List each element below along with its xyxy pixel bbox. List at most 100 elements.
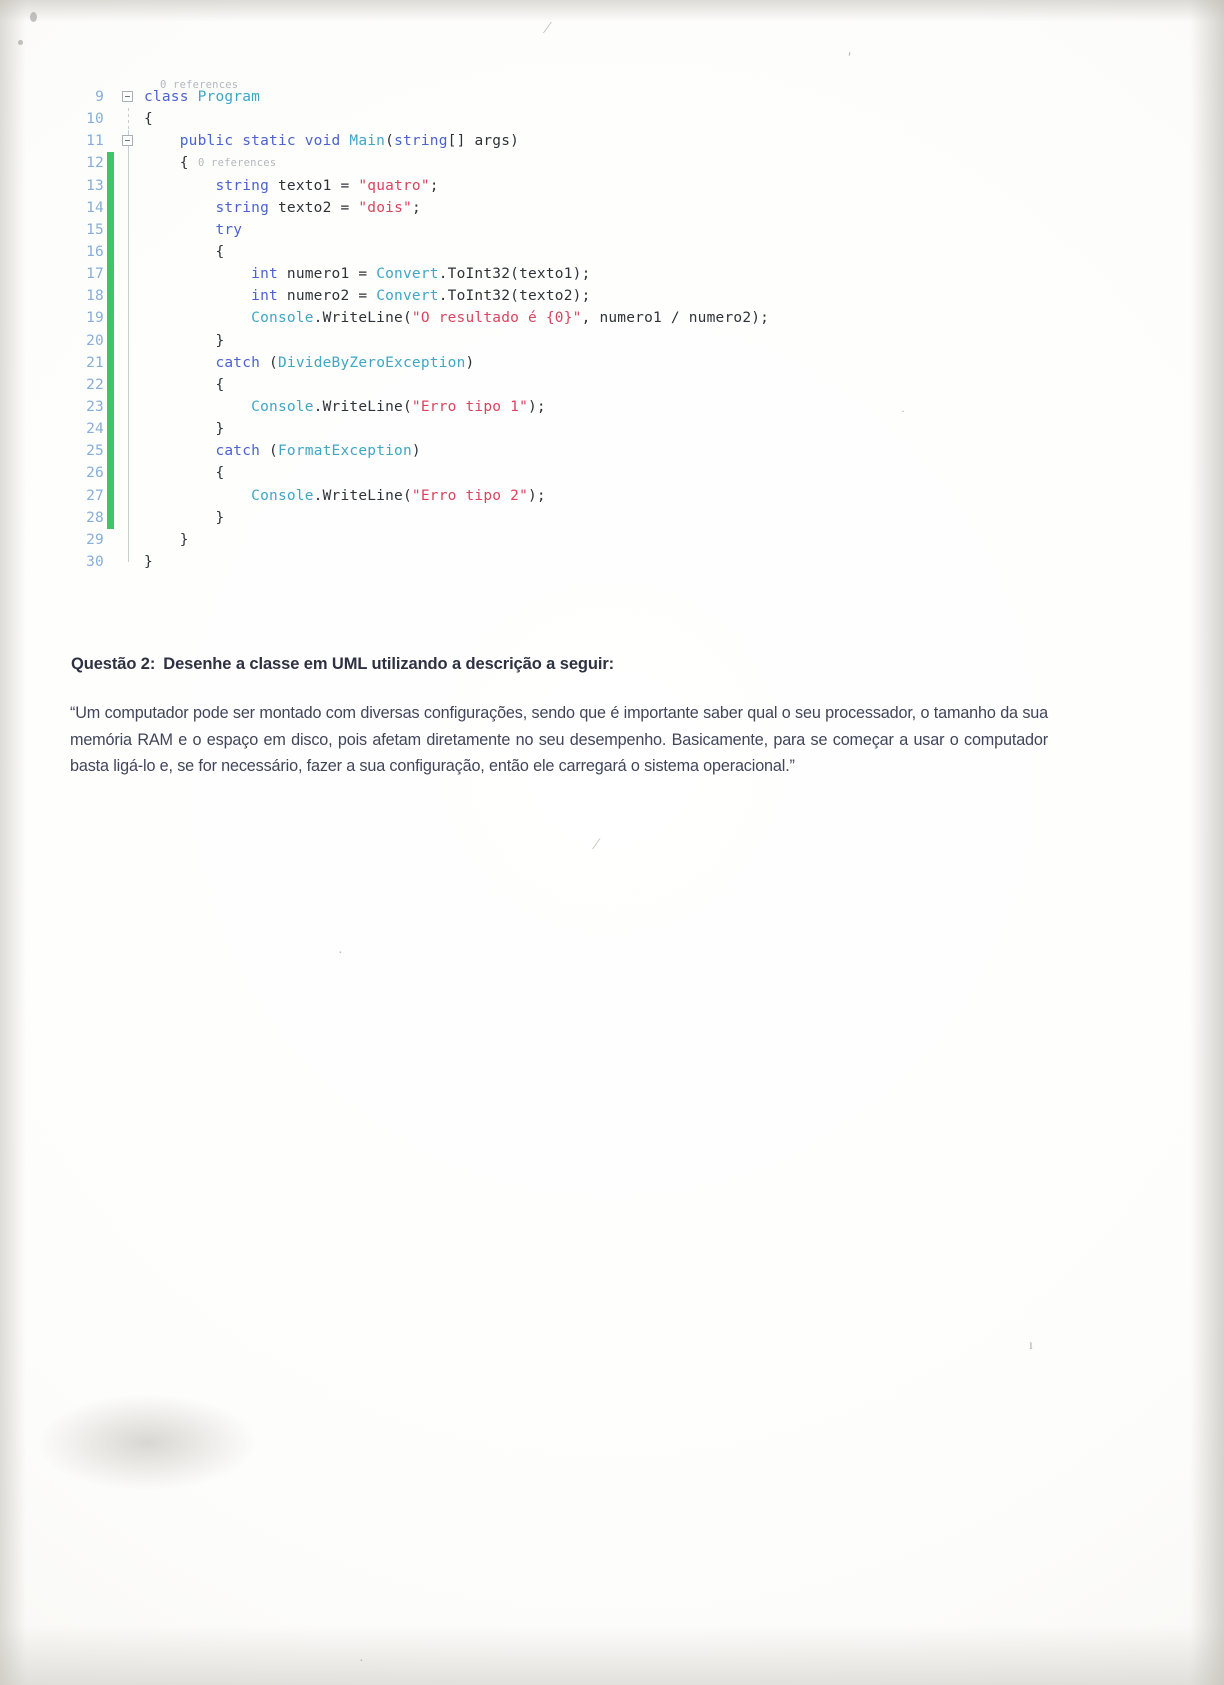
question-body-paragraph: “Um computador pode ser montado com dive…: [70, 704, 1048, 775]
code-line-text: Console.WriteLine("Erro tipo 2");: [144, 487, 546, 504]
glyph-margin: [114, 307, 144, 330]
indent-guide-line: [128, 285, 129, 308]
change-indicator-bar: [107, 506, 114, 529]
glyph-margin: [114, 373, 144, 396]
collapse-minus-icon[interactable]: [122, 135, 133, 147]
indent-guide-line: [128, 351, 129, 374]
indent-guide-line: [128, 240, 129, 264]
code-line: 17 int numero1 = Convert.ToInt32(texto1)…: [70, 263, 900, 286]
code-line: 25 catch (FormatException): [70, 440, 900, 463]
code-line: 11 public static void Main(string[] args…: [70, 130, 900, 153]
indent-guide-line: [128, 307, 129, 330]
glyph-margin: [114, 484, 144, 507]
line-number: 28: [86, 509, 104, 526]
code-line-text: string texto2 = "dois";: [144, 199, 421, 216]
line-number: 17: [86, 266, 104, 283]
indent-guide-line: [128, 218, 129, 241]
indent-guide-line: [128, 329, 129, 352]
code-line: 26 {: [70, 462, 900, 485]
code-line: 21 catch (DivideByZeroException): [70, 351, 900, 374]
code-line-text: {: [144, 465, 225, 482]
line-number: 29: [86, 531, 104, 548]
glyph-margin: [114, 329, 144, 352]
change-indicator-bar: [107, 240, 114, 264]
line-number: 14: [86, 199, 104, 216]
code-line: 22 {: [70, 373, 900, 396]
change-indicator-bar: [107, 218, 114, 241]
line-number: 24: [86, 421, 104, 438]
indent-guide-line: [128, 484, 129, 507]
code-line: 15 try: [70, 218, 900, 241]
indent-guide-line: [128, 440, 129, 463]
change-indicator-empty: [107, 551, 114, 573]
change-indicator-bar: [107, 462, 114, 485]
change-indicator-empty: [107, 108, 114, 130]
line-number: 21: [86, 354, 104, 371]
question-prompt: Desenhe a classe em UML utilizando a des…: [163, 655, 615, 673]
collapse-minus-icon[interactable]: [122, 91, 133, 102]
glyph-margin: [114, 86, 144, 108]
glyph-margin: [114, 418, 144, 441]
indent-guide-line: [128, 395, 129, 419]
indent-guide-line: [128, 196, 129, 219]
question-label: Questão 2:: [71, 655, 156, 673]
code-line: 10 {: [70, 108, 900, 131]
line-number: 16: [86, 243, 104, 260]
line-number: 27: [86, 487, 104, 504]
indent-guide-line: [128, 418, 129, 441]
code-listing: 0 references 0 references 9 class Program…: [70, 79, 900, 573]
glyph-margin: [114, 506, 144, 529]
indent-guide-line: [128, 263, 129, 286]
change-indicator-empty: [107, 529, 114, 551]
glyph-margin: [114, 263, 144, 286]
glyph-margin: [114, 152, 144, 175]
line-number: 23: [86, 398, 104, 415]
code-line-text: }: [144, 332, 225, 349]
code-line: 12 {: [70, 152, 900, 175]
line-number: 10: [86, 111, 104, 128]
indent-guide-line: [128, 152, 129, 175]
code-line-text: }: [144, 509, 225, 526]
glyph-margin: [114, 218, 144, 241]
line-number: 26: [86, 465, 104, 482]
code-line: 23 Console.WriteLine("Erro tipo 1");: [70, 395, 900, 419]
code-line: 24 }: [70, 418, 900, 441]
line-number: 30: [86, 553, 104, 570]
question-heading: Questão 2: Desenhe a classe em UML utiliz…: [71, 655, 1051, 674]
code-line-text: {: [144, 376, 225, 393]
change-indicator-empty: [107, 86, 114, 108]
code-line-text: Console.WriteLine("O resultado é {0}", n…: [144, 310, 770, 327]
code-line-text: catch (DivideByZeroException): [144, 354, 475, 371]
code-line-text: {: [144, 243, 225, 260]
code-line-text: class Program: [144, 89, 261, 105]
glyph-margin: [114, 528, 144, 551]
indent-guide-line: [128, 506, 129, 529]
indent-guide-line: [128, 108, 129, 131]
code-line-text: int numero2 = Convert.ToInt32(texto2);: [144, 288, 591, 305]
code-line: 19 Console.WriteLine("O resultado é {0}"…: [70, 307, 900, 330]
line-number: 19: [86, 310, 104, 327]
change-indicator-bar: [107, 152, 114, 175]
indent-guide-line: [128, 373, 129, 396]
change-indicator-bar: [107, 418, 114, 441]
code-line: 9 class Program: [70, 86, 900, 108]
indent-guide-line: [128, 462, 129, 485]
change-indicator-bar: [107, 373, 114, 396]
code-line: 18 int numero2 = Convert.ToInt32(texto2)…: [70, 285, 900, 308]
indent-guide-line: [128, 550, 129, 563]
code-line: 30}: [70, 550, 900, 573]
change-indicator-bar: [107, 395, 114, 419]
line-number: 11: [86, 133, 104, 150]
code-line: 14 string texto2 = "dois";: [70, 196, 900, 219]
code-line-text: Console.WriteLine("Erro tipo 1");: [144, 398, 546, 415]
indent-guide-line: [128, 528, 129, 551]
change-indicator-bar: [107, 329, 114, 352]
code-line-text: }: [144, 531, 189, 548]
glyph-margin: [114, 440, 144, 463]
code-line: 29 }: [70, 528, 900, 551]
code-line-text: }: [144, 421, 225, 438]
glyph-margin: [114, 240, 144, 264]
line-number: 9: [95, 89, 104, 105]
code-line-text: }: [144, 553, 153, 570]
indent-guide-line: [128, 174, 129, 197]
